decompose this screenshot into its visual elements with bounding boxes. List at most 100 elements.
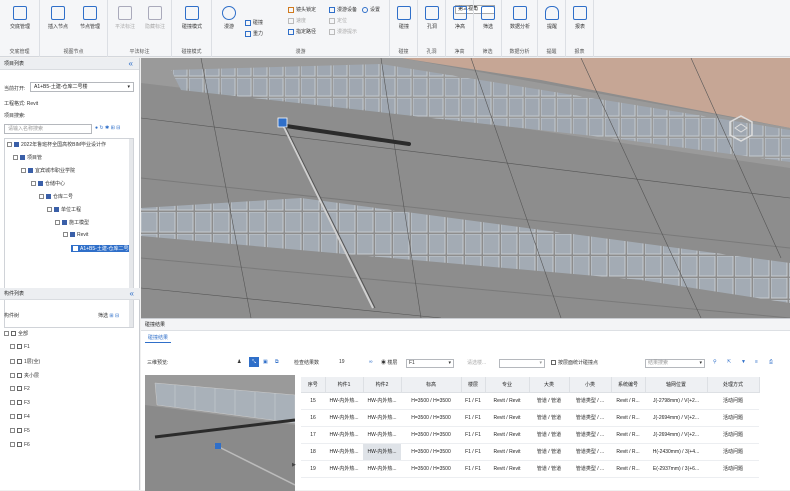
collision-marker-icon[interactable] [277, 117, 288, 128]
filter-icon[interactable]: ▼ [741, 359, 746, 365]
current-project-select[interactable]: A1+B5-土建-仓库二号楼 ▾ [30, 82, 134, 92]
speed-control[interactable]: 速度 [288, 17, 306, 24]
column-header[interactable]: 专业 [485, 377, 530, 393]
table-row[interactable]: 19 HW-内外热... HW-内外热... H=3500 / H=3500 F1 / … [301, 460, 759, 478]
data-analysis-button[interactable]: 数据分析 [505, 6, 535, 30]
fit-view-icon[interactable]: ⤡ [249, 357, 259, 367]
column-header[interactable]: 大类 [529, 377, 570, 393]
tree-node[interactable]: 施工模型 [55, 219, 89, 226]
component-item[interactable]: F4 [10, 414, 30, 420]
floor-radio[interactable]: ◉ 楼层 [381, 359, 397, 366]
column-header[interactable]: 小类 [569, 377, 612, 393]
checkbox-icon[interactable] [17, 428, 22, 434]
clear-height-button[interactable]: 净高 [445, 6, 475, 30]
refresh-icon[interactable]: ↻ [99, 125, 103, 131]
hole-button[interactable]: 孔洞 [417, 6, 447, 30]
component-item[interactable]: F6 [10, 442, 30, 448]
table-row[interactable]: 15 HW-内外热... HW-内外热... H=3500 / H=3500 F1 / … [301, 392, 759, 410]
collision-mode-button[interactable]: 碰撞模式 [177, 6, 207, 30]
tree-node[interactable]: 宜宾城市职业学院 [21, 167, 75, 174]
component-item[interactable]: F1 [10, 344, 30, 350]
screenshot-icon[interactable]: ▣ [263, 359, 268, 365]
column-header[interactable]: 构件1 [325, 377, 364, 393]
tree-node[interactable]: 单位工程 [47, 206, 81, 213]
component-item[interactable]: 夹小层 [10, 372, 39, 379]
export-icon[interactable]: ⇱ [727, 359, 731, 365]
annotation-button[interactable]: 平法标注 [110, 6, 140, 30]
column-header[interactable]: 构件2 [363, 377, 402, 393]
table-row[interactable]: 17 HW-内外热... HW-内外热... H=3500 / H=3500 F1 / … [301, 426, 759, 444]
component-item[interactable]: F5 [10, 428, 30, 434]
filter-button[interactable]: 筛选 [473, 6, 503, 30]
clash-by-floor-toggle[interactable]: 按层面统计碰撞点 [551, 359, 598, 366]
checkbox-icon[interactable] [551, 360, 556, 366]
collision-button[interactable]: 碰撞 [389, 6, 419, 30]
tree-node[interactable]: 仓库二号 [39, 193, 73, 200]
print-icon[interactable]: ⎙ [769, 359, 773, 365]
model-3d-viewport[interactable] [141, 58, 790, 318]
column-header[interactable]: 轴网位置 [645, 377, 708, 393]
checkbox-icon[interactable] [17, 414, 22, 420]
report-button[interactable]: 报表 [565, 6, 595, 30]
link-icon[interactable]: ∞ [369, 359, 373, 365]
tree-node[interactable]: 2022年鲁班杯全国高校BIM毕业设计作 [7, 141, 106, 148]
checkbox-icon[interactable] [11, 331, 16, 337]
checkbox-icon[interactable] [17, 359, 22, 365]
list-icon[interactable]: ≡ [755, 359, 758, 365]
component-item[interactable]: 1层(全) [10, 358, 40, 365]
checkbox-icon[interactable] [17, 442, 22, 448]
search-icon[interactable]: ● [95, 125, 98, 131]
checkbox-icon[interactable] [17, 400, 22, 406]
disclosure-button[interactable]: 交底管理 [5, 6, 35, 30]
node-manage-button[interactable]: 节点管理 [75, 6, 105, 30]
component-filter[interactable]: 筛选 ⊞ ⊟ [98, 312, 119, 319]
lens-lock-toggle[interactable]: 镜头锁定 [288, 6, 316, 13]
column-header[interactable]: 系统编号 [611, 377, 646, 393]
roam-button[interactable]: 漫游 [214, 6, 244, 30]
column-header[interactable]: 楼层 [461, 377, 486, 393]
settings-button[interactable]: 设置 [362, 6, 380, 13]
collide-toggle[interactable]: 碰撞 [245, 19, 263, 26]
checkbox-icon[interactable] [17, 386, 22, 392]
status-select[interactable]: 请选楼... [467, 359, 486, 366]
collapse-chevron-icon[interactable]: « [129, 58, 133, 70]
column-header[interactable]: 序号 [301, 377, 326, 393]
roam-device-button[interactable]: 漫游设备 [329, 6, 357, 13]
tree-node-selected[interactable]: A1+B5-土建-仓库二号楼 [71, 245, 133, 252]
table-row-selected[interactable]: 18 HW-内外热... HW-内外热... H=3500 / H=3500 F1 / … [301, 443, 759, 461]
column-header[interactable]: 处理方式 [707, 377, 760, 393]
table-cell: Revit / R... [611, 443, 645, 461]
collapse-chevron-icon[interactable]: « [130, 288, 134, 300]
tab-collision-results[interactable]: 碰撞结果 [145, 333, 172, 343]
tree-node[interactable]: 项目管 [13, 154, 42, 161]
floor-select[interactable]: F1 ▾ [406, 359, 454, 368]
remind-button[interactable]: 提醒 [537, 6, 567, 30]
tree-node[interactable]: Revit [63, 232, 88, 238]
walk-path-button[interactable]: 指定路径 [288, 28, 316, 35]
person-icon[interactable]: ♟ [237, 359, 241, 365]
table-row[interactable]: 16 HW-内外热... HW-内外热... H=3500 / H=3500 F1 / … [301, 409, 759, 427]
settings-icon[interactable]: ✱ [105, 125, 109, 131]
checkbox-icon[interactable] [17, 344, 22, 350]
expand-all-icon[interactable]: ⊞ [111, 125, 115, 131]
gravity-toggle[interactable]: 重力 [245, 30, 263, 37]
layers-icon[interactable]: ⧉ [275, 359, 279, 365]
component-item[interactable]: F2 [10, 386, 30, 392]
insert-node-button[interactable]: 插入节点 [43, 6, 73, 30]
status-dropdown[interactable]: ▾ [499, 359, 545, 368]
result-search-input[interactable]: 结果搜索 ▾ [645, 359, 705, 368]
project-search-input[interactable]: 请输入名称搜索 [4, 124, 92, 134]
roam-prompt-button[interactable]: 漫游提示 [329, 28, 357, 35]
collapse-all-icon[interactable]: ⊟ [116, 125, 120, 131]
tree-node[interactable]: 仓储中心 [31, 180, 65, 187]
3d-preview-thumbnail[interactable] [145, 375, 295, 491]
collapse-icon[interactable]: ⊟ [115, 313, 119, 319]
checkbox-icon[interactable] [17, 373, 22, 379]
position-button[interactable]: 定位 [329, 17, 347, 24]
component-item[interactable]: 全部 [4, 330, 28, 337]
hide-annotation-button[interactable]: 隐藏标注 [140, 6, 170, 30]
column-header[interactable]: 标高 [401, 377, 462, 393]
locate-icon[interactable]: ⚲ [713, 359, 717, 365]
expand-icon[interactable]: ⊞ [109, 313, 113, 319]
component-item[interactable]: F3 [10, 400, 30, 406]
